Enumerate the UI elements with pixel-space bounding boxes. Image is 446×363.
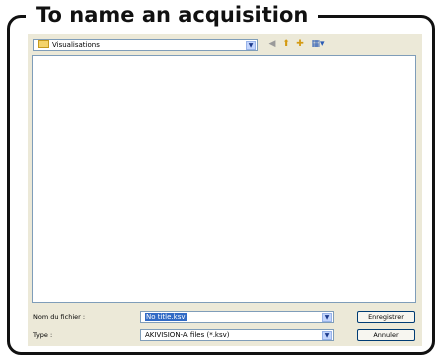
filetype-select[interactable]: AKIVISION-A files (*.ksv) ▼ — [140, 329, 334, 341]
new-folder-icon[interactable]: ✚ — [295, 39, 305, 49]
location-combo[interactable]: Visualisations ▼ — [33, 39, 258, 51]
folder-icon — [38, 40, 49, 48]
frame-title: To name an acquisition — [26, 2, 319, 28]
save-dialog: Visualisations ▼ ◀ ⬆ ✚ ▦▾ Nom du fichier… — [28, 34, 422, 346]
location-folder-name: Visualisations — [52, 41, 100, 49]
chevron-down-icon[interactable]: ▼ — [322, 331, 332, 340]
filetype-value: AKIVISION-A files (*.ksv) — [145, 331, 230, 339]
filetype-label: Type : — [33, 331, 53, 339]
cancel-button[interactable]: Annuler — [357, 329, 415, 341]
location-display: Visualisations — [38, 40, 100, 51]
up-folder-icon[interactable]: ⬆ — [281, 39, 291, 49]
file-list[interactable] — [32, 55, 416, 303]
chevron-down-icon[interactable]: ▼ — [246, 41, 256, 50]
filename-label: Nom du fichier : — [33, 313, 86, 321]
chevron-down-icon[interactable]: ▼ — [322, 313, 332, 322]
filename-input[interactable]: No title.ksv ▼ — [140, 311, 334, 323]
filename-value: No title.ksv — [145, 313, 187, 321]
view-menu-icon[interactable]: ▦▾ — [310, 39, 326, 49]
back-icon[interactable]: ◀ — [267, 39, 277, 49]
save-button[interactable]: Enregistrer — [357, 311, 415, 323]
